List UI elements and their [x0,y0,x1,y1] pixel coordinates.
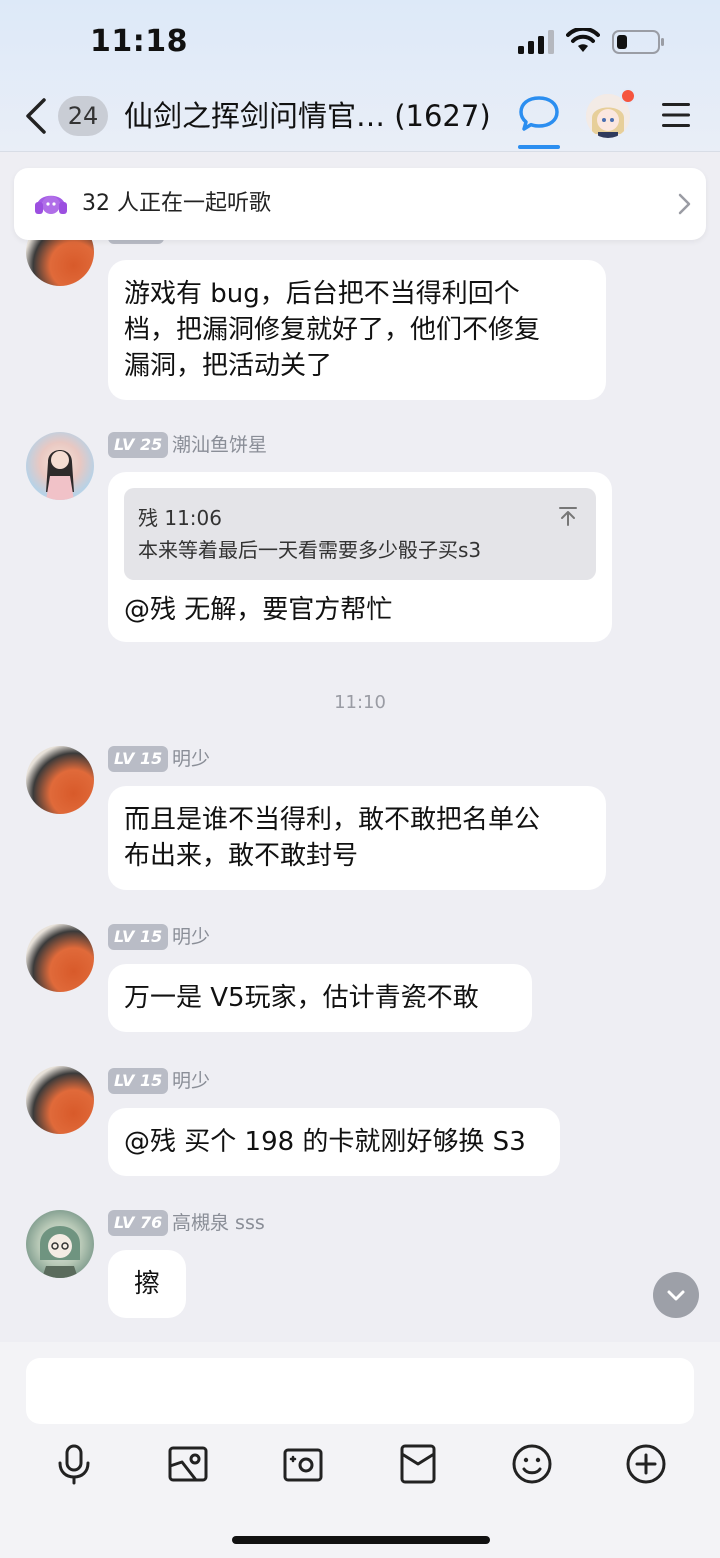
sender-nickname[interactable]: 高槻泉 sss [172,1210,265,1236]
chat-bubble-icon[interactable] [518,94,560,134]
avatar[interactable] [26,1066,94,1134]
message-line: 游戏有 bug，后台把不当得利回个 [124,279,520,309]
menu-icon[interactable] [660,100,692,130]
message-line: 漏洞，把活动关了 [124,351,333,381]
back-arrow-icon[interactable] [22,96,50,136]
message-bubble[interactable]: 擦 [108,1250,186,1318]
headphones-icon [35,195,67,214]
level-badge: LV 15 [108,924,169,950]
message-bubble[interactable]: 而且是谁不当得利，敢不敢把名单公 布出来，敢不敢封号 [108,786,606,890]
microphone-icon[interactable] [52,1442,96,1486]
wifi-icon [566,28,600,52]
tab-indicator [518,145,560,149]
plus-icon[interactable] [624,1442,668,1486]
quoted-author-time: 残 11:06 [138,506,222,530]
listen-together-banner[interactable]: 32 人正在一起听歌 [14,168,706,240]
chevron-down-icon [667,1290,685,1301]
chevron-right-icon [678,193,691,215]
quoted-text: 本来等着最后一天看需要多少骰子买s3 [138,538,482,562]
message-line: 布出来，敢不敢封号 [124,841,359,871]
quoted-message[interactable]: 残 11:06 本来等着最后一天看需要多少骰子买s3 [124,488,596,580]
sender-nickname[interactable]: 潮汕鱼饼星 [172,432,267,458]
time-separator: 11:10 [334,692,386,713]
avatar[interactable] [26,1210,94,1278]
sender-nickname[interactable]: 明少 [172,746,210,772]
red-packet-icon[interactable] [396,1442,440,1486]
avatar[interactable] [26,432,94,500]
emoji-icon[interactable] [510,1442,554,1486]
level-badge: LV 15 [108,746,169,772]
unread-count-badge[interactable]: 24 [58,96,108,136]
sender-nickname[interactable]: 明少 [172,924,210,950]
cellular-signal-icon [518,30,554,54]
avatar[interactable] [26,924,94,992]
notification-dot [620,88,636,104]
message-text: @残 无解，要官方帮忙 [124,595,393,625]
status-time: 11:18 [90,24,188,59]
image-icon[interactable] [166,1442,210,1486]
message-line: 档，把漏洞修复就好了，他们不修复 [124,315,541,345]
message-input[interactable] [26,1358,694,1424]
level-badge: LV 25 [108,432,169,458]
jump-to-top-icon[interactable] [556,504,580,528]
listen-together-text: 32 人正在一起听歌 [82,191,271,216]
message-bubble[interactable]: 万一是 V5玩家，估计青瓷不敢 [108,964,532,1032]
scroll-to-bottom-button[interactable] [653,1272,699,1318]
message-bubble[interactable]: 游戏有 bug，后台把不当得利回个 档，把漏洞修复就好了，他们不修复 漏洞，把活… [108,260,606,400]
message-bubble[interactable]: @残 买个 198 的卡就刚好够换 S3 [108,1108,560,1176]
home-indicator [232,1536,490,1544]
chat-title[interactable]: 仙剑之挥剑问情官… (1627) [124,96,491,136]
level-badge: LV 15 [108,1068,169,1094]
level-badge: LV 76 [108,1210,169,1236]
sender-nickname[interactable]: 明少 [172,1068,210,1094]
message-line: 而且是谁不当得利，敢不敢把名单公 [124,805,541,835]
message-bubble[interactable]: 残 11:06 本来等着最后一天看需要多少骰子买s3 @残 无解，要官方帮忙 [108,472,612,642]
battery-icon [612,30,664,54]
avatar[interactable] [26,746,94,814]
camera-icon[interactable] [281,1442,325,1486]
